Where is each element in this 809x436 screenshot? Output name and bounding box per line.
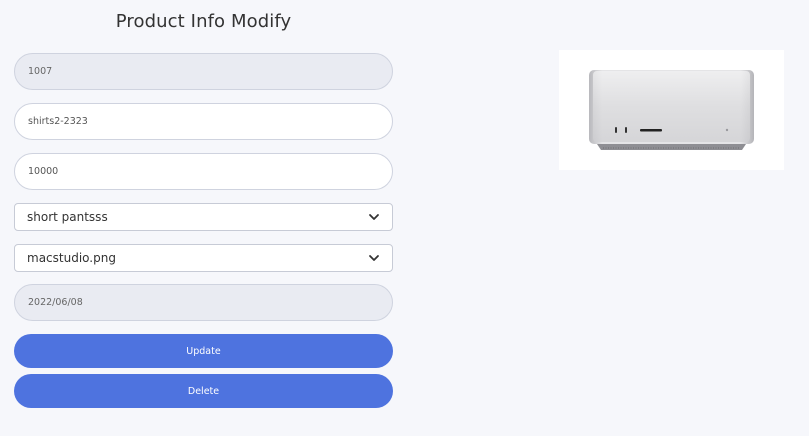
image-select[interactable]: macstudio.png [14,244,393,272]
price-value: 10000 [28,166,59,177]
product-id-value: 1007 [28,66,53,77]
mac-studio-icon [589,70,754,150]
delete-button[interactable]: Delete [14,374,393,408]
chevron-down-icon [368,252,380,264]
chevron-down-icon [368,211,380,223]
date-value: 2022/06/08 [28,297,83,308]
product-image [559,50,784,170]
update-button[interactable]: Update [14,334,393,368]
image-selected-value: macstudio.png [27,251,116,265]
product-name-input[interactable]: shirts2-2323 [14,103,393,140]
page-title: Product Info Modify [115,11,292,32]
price-input[interactable]: 10000 [14,153,393,190]
product-id-field: 1007 [14,53,393,90]
date-field: 2022/06/08 [14,284,393,321]
category-selected-value: short pantsss [27,210,108,224]
product-name-value: shirts2-2323 [28,116,88,127]
category-select[interactable]: short pantsss [14,203,393,231]
